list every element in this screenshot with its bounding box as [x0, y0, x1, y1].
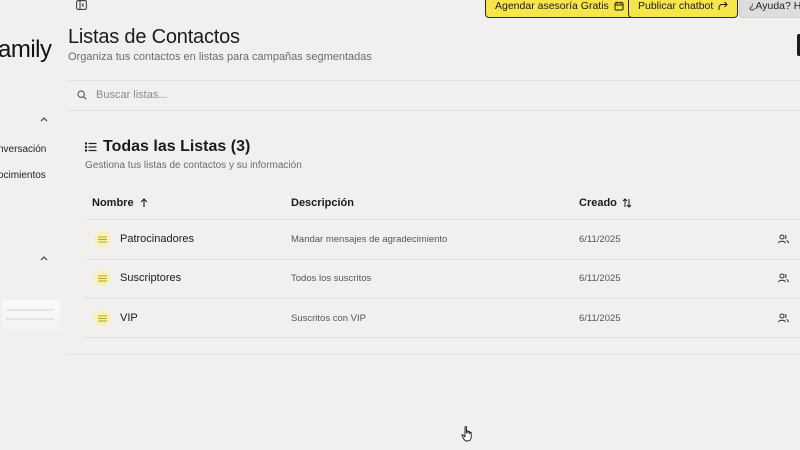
page-title: Listas de Contactos	[68, 26, 240, 48]
search-icon	[77, 90, 87, 100]
schedule-consultation-button[interactable]: Agendar asesoría Gratis	[485, 0, 634, 18]
column-header-label: Creado	[579, 197, 617, 209]
column-header-description[interactable]: Descripción	[291, 197, 354, 209]
brand-clip: amily	[0, 0, 62, 80]
list-description: Mandar mensajes de agradecimiento	[291, 234, 448, 245]
hand-cursor-icon	[461, 426, 472, 442]
list-name: VIP	[120, 312, 138, 324]
column-header-label: Descripción	[291, 197, 354, 209]
table-row[interactable]: Suscriptores Todos los suscritos 6/11/20…	[85, 259, 800, 297]
help-label: ¿Ayuda? Ha	[749, 0, 800, 12]
sort-asc-icon	[140, 198, 147, 207]
list-name: Suscriptores	[120, 272, 182, 284]
card-bottom-divider	[68, 354, 800, 355]
list-icon	[97, 236, 107, 242]
list-description: Todos los suscritos	[291, 273, 372, 284]
list-created-date: 6/11/2025	[579, 313, 621, 324]
users-icon[interactable]	[778, 234, 789, 244]
sidebar: amily nversación ocimientos	[0, 0, 62, 450]
column-header-created[interactable]: Creado	[579, 197, 632, 209]
list-icon	[85, 142, 97, 152]
table-row[interactable]: Patrocinadores Mandar mensajes de agrade…	[85, 220, 800, 258]
search-input[interactable]	[96, 89, 496, 101]
table-row[interactable]: VIP Suscritos con VIP 6/11/2025	[85, 299, 800, 337]
sidebar-item-conversacion[interactable]: nversación	[0, 144, 62, 158]
users-icon[interactable]	[778, 273, 789, 283]
publish-chatbot-label: Publicar chatbot	[638, 0, 714, 12]
help-button[interactable]: ¿Ayuda? Ha	[739, 0, 800, 18]
chevron-up-icon[interactable]	[38, 113, 50, 125]
calendar-icon	[614, 1, 624, 11]
sidebar-item-label: nversación	[0, 144, 47, 155]
share-icon	[718, 1, 729, 10]
users-icon[interactable]	[778, 313, 789, 323]
divider	[68, 110, 800, 111]
sidebar-item-conocimientos[interactable]: ocimientos	[0, 170, 62, 184]
row-divider	[85, 337, 800, 338]
publish-chatbot-button[interactable]: Publicar chatbot	[628, 0, 739, 18]
divider	[68, 80, 800, 81]
schedule-consultation-label: Agendar asesoría Gratis	[495, 0, 609, 12]
list-badge	[93, 230, 111, 248]
sidebar-item-label: ocimientos	[0, 170, 46, 181]
sort-both-icon	[622, 198, 632, 208]
brand-name: amily	[0, 36, 52, 63]
list-description: Suscritos con VIP	[291, 313, 366, 324]
card-title: Todas las Listas (3)	[103, 138, 251, 155]
chevron-up-icon[interactable]	[38, 252, 50, 264]
list-icon	[97, 275, 107, 281]
column-header-name[interactable]: Nombre	[92, 197, 149, 209]
list-badge	[93, 269, 111, 287]
card-subtitle: Gestiona tus listas de contactos y su in…	[85, 160, 302, 171]
list-name: Patrocinadores	[120, 233, 194, 245]
list-created-date: 6/11/2025	[579, 234, 621, 245]
list-created-date: 6/11/2025	[579, 273, 621, 284]
page-subtitle: Organiza tus contactos en listas para ca…	[68, 51, 372, 63]
sidebar-blurred-item[interactable]	[2, 300, 60, 330]
search-bar	[68, 82, 800, 108]
list-badge	[93, 309, 111, 327]
card-header: Todas las Listas (3)	[85, 138, 250, 156]
column-header-label: Nombre	[92, 197, 134, 209]
sidebar-toggle-icon[interactable]	[76, 0, 87, 10]
list-icon	[97, 315, 107, 321]
